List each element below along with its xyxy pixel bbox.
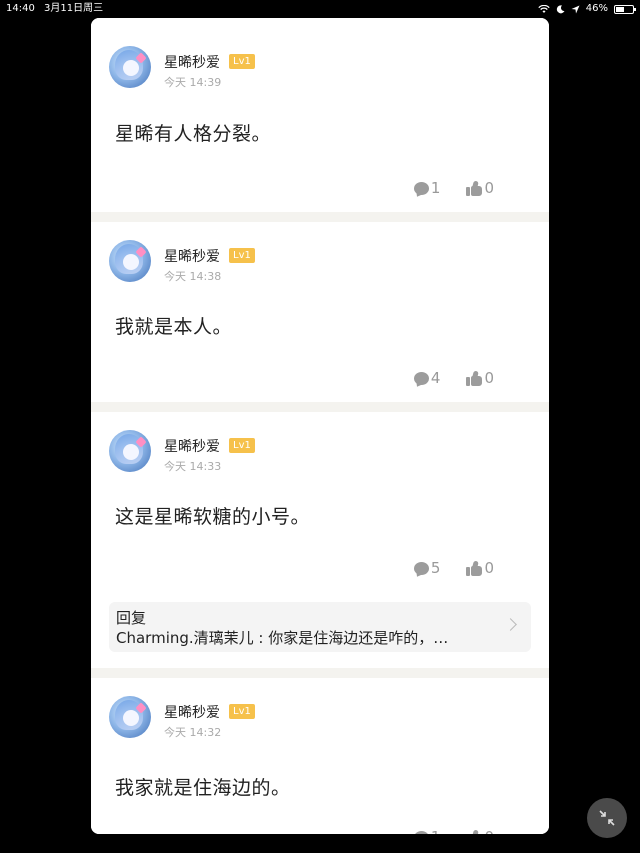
status-date: 3月11日周三 (44, 3, 104, 14)
post-time: 今天 14:32 (164, 726, 222, 739)
divider (91, 212, 549, 222)
location-icon (571, 5, 580, 13)
like-button[interactable]: 0 (466, 179, 494, 197)
comment-icon (413, 561, 429, 575)
level-badge: Lv1 (229, 248, 255, 263)
comment-icon (413, 181, 429, 195)
reply-label: 回复 (116, 609, 147, 627)
like-count: 0 (484, 828, 494, 834)
shrink-arrows-icon (599, 810, 615, 826)
post-time: 今天 14:39 (164, 76, 222, 89)
comment-actions: 1 0 (413, 828, 494, 834)
thumbs-up-icon (466, 828, 482, 834)
comment-item[interactable]: 星晞秒爱 Lv1 今天 14:32 我家就是住海边的。 1 0 (91, 678, 549, 834)
comment-icon (413, 371, 429, 385)
username[interactable]: 星晞秒爱 (164, 246, 220, 266)
battery-icon (614, 4, 636, 14)
comment-text: 我家就是住海边的。 (115, 777, 291, 799)
like-count: 0 (484, 559, 494, 577)
like-count: 0 (484, 179, 494, 197)
moon-icon (556, 4, 565, 13)
like-button[interactable]: 0 (466, 828, 494, 834)
username[interactable]: 星晞秒爱 (164, 52, 220, 72)
level-badge: Lv1 (229, 438, 255, 453)
comment-text: 我就是本人。 (115, 316, 233, 338)
avatar[interactable] (109, 46, 151, 88)
comment-text: 星晞有人格分裂。 (115, 123, 272, 145)
avatar[interactable] (109, 240, 151, 282)
comment-panel[interactable]: 星晞秒爱 Lv1 今天 14:39 星晞有人格分裂。 1 0 星晞秒爱 Lv1 … (91, 18, 549, 834)
status-bar: 14:40 3月11日周三 46% (0, 0, 640, 18)
minimize-button[interactable] (587, 798, 627, 838)
reply-text: Charming.清璃茉儿 : 你家是住海边还是咋的，… (116, 629, 449, 647)
divider (91, 668, 549, 678)
like-count: 0 (484, 369, 494, 387)
thumbs-up-icon (466, 369, 483, 386)
post-time: 今天 14:38 (164, 270, 222, 283)
username[interactable]: 星晞秒爱 (164, 702, 220, 722)
thumbs-up-icon (466, 179, 483, 196)
reply-count-button[interactable]: 1 (413, 179, 441, 197)
reply-preview[interactable]: 回复 Charming.清璃茉儿 : 你家是住海边还是咋的，… (109, 602, 531, 652)
comment-actions: 1 0 (413, 179, 494, 197)
post-time: 今天 14:33 (164, 460, 222, 473)
reply-count: 1 (430, 179, 441, 197)
username[interactable]: 星晞秒爱 (164, 436, 220, 456)
level-badge: Lv1 (229, 704, 255, 719)
comment-actions: 5 0 (413, 559, 494, 577)
reply-count-button[interactable]: 1 (413, 828, 441, 834)
chevron-right-icon (504, 618, 517, 631)
like-button[interactable]: 0 (466, 559, 494, 577)
comment-item[interactable]: 星晞秒爱 Lv1 今天 14:38 我就是本人。 4 0 (91, 222, 549, 402)
reply-count: 1 (431, 828, 441, 834)
avatar[interactable] (109, 696, 151, 738)
level-badge: Lv1 (229, 54, 255, 69)
thumbs-up-icon (466, 559, 483, 576)
comment-actions: 4 0 (413, 369, 494, 387)
battery-percent: 46% (585, 3, 608, 14)
comment-icon (413, 830, 429, 834)
comment-item[interactable]: 星晞秒爱 Lv1 今天 14:33 这是星晞软糖的小号。 5 0 回复 Char… (91, 412, 549, 668)
wifi-icon (538, 4, 550, 13)
reply-count-button[interactable]: 4 (413, 369, 441, 387)
like-button[interactable]: 0 (466, 369, 494, 387)
comment-item[interactable]: 星晞秒爱 Lv1 今天 14:39 星晞有人格分裂。 1 0 (91, 18, 549, 212)
divider (91, 402, 549, 412)
reply-count: 5 (430, 559, 441, 577)
comment-text: 这是星晞软糖的小号。 (115, 506, 311, 528)
reply-count-button[interactable]: 5 (413, 559, 441, 577)
reply-count: 4 (430, 369, 441, 387)
avatar[interactable] (109, 430, 151, 472)
status-time: 14:40 (6, 3, 35, 14)
